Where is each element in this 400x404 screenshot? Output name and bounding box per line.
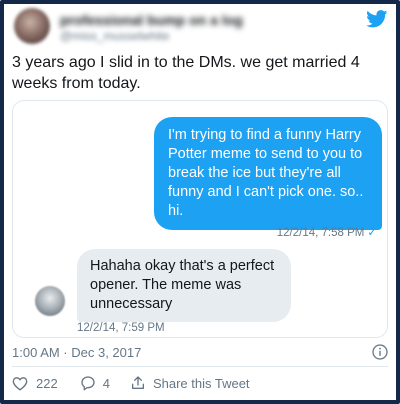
outgoing-message-time: 12/2/14, 7:58 PM ✓ (277, 225, 377, 239)
author-display-name[interactable]: professional bump on a log (60, 12, 243, 28)
heart-icon (12, 376, 28, 391)
incoming-message-time: 12/2/14, 7:59 PM (77, 322, 165, 334)
author-handle[interactable]: @miss_musselwhite (60, 29, 170, 43)
reply-count: 4 (102, 375, 110, 391)
dm-screenshot: I'm trying to find a funny Harry Potter … (12, 100, 388, 338)
tweet-text: 3 years ago I slid in to the DMs. we get… (12, 54, 360, 92)
like-button[interactable]: 222 (12, 376, 58, 391)
tweet-timestamp[interactable]: 1:00 AM · Dec 3, 2017 (12, 345, 141, 360)
incoming-message-bubble: Hahaha okay that's a perfect opener. The… (77, 249, 291, 322)
like-count: 222 (36, 375, 58, 391)
read-check-icon: ✓ (367, 227, 377, 239)
tweet-header: professional bump on a log @miss_musselw… (4, 4, 396, 52)
reply-button[interactable]: 4 (80, 375, 110, 391)
outgoing-message-bubble: I'm trying to find a funny Harry Potter … (154, 117, 382, 230)
share-button[interactable]: Share this Tweet (130, 375, 250, 391)
share-icon (131, 376, 144, 389)
tweet-actions: 222 4 Share this Tweet (12, 373, 250, 393)
twitter-bird-icon[interactable] (366, 10, 388, 28)
reply-bubble-icon (81, 376, 95, 391)
info-icon[interactable] (372, 344, 388, 360)
author-avatar[interactable] (14, 8, 50, 44)
sender-avatar (35, 286, 65, 316)
outgoing-time-text: 12/2/14, 7:58 PM (276, 227, 365, 239)
actions-divider (12, 366, 388, 367)
share-label: Share this Tweet (152, 375, 250, 391)
tweet-card: professional bump on a log @miss_musselw… (4, 4, 396, 400)
